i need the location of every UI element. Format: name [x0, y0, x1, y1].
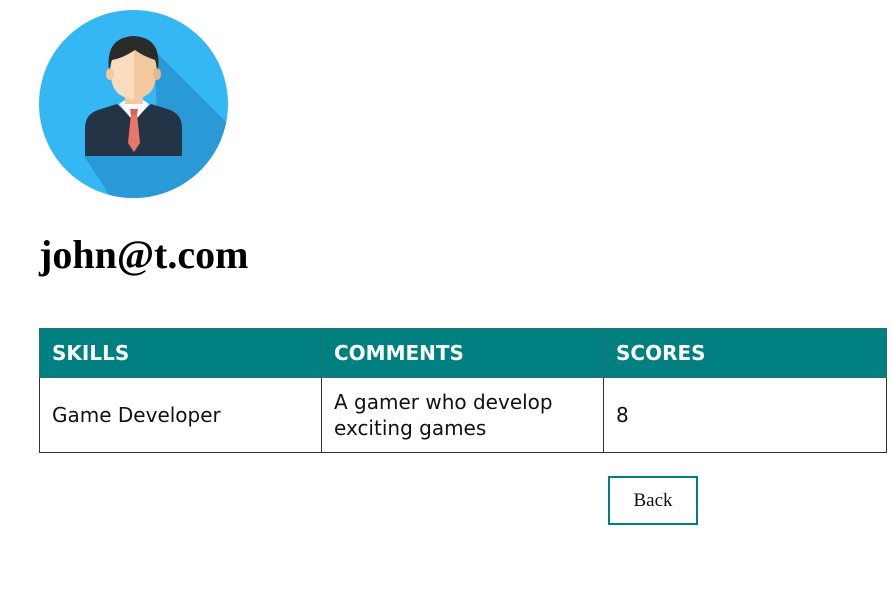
user-email-heading: john@t.com: [39, 232, 249, 277]
user-avatar-icon: [39, 10, 228, 198]
score-cell: 8: [603, 377, 887, 453]
skill-cell: Game Developer: [39, 377, 322, 453]
table-row: Game Developer A gamer who develop excit…: [39, 377, 887, 453]
table-header-row: SKILLS COMMENTS SCORES: [39, 328, 887, 378]
scores-column-header: SCORES: [603, 328, 887, 378]
skills-column-header: SKILLS: [39, 328, 322, 378]
skills-table: SKILLS COMMENTS SCORES Game Developer A …: [39, 328, 887, 453]
comment-cell: A gamer who develop exciting games: [321, 377, 604, 453]
back-button[interactable]: Back: [608, 476, 698, 525]
comments-column-header: COMMENTS: [321, 328, 604, 378]
